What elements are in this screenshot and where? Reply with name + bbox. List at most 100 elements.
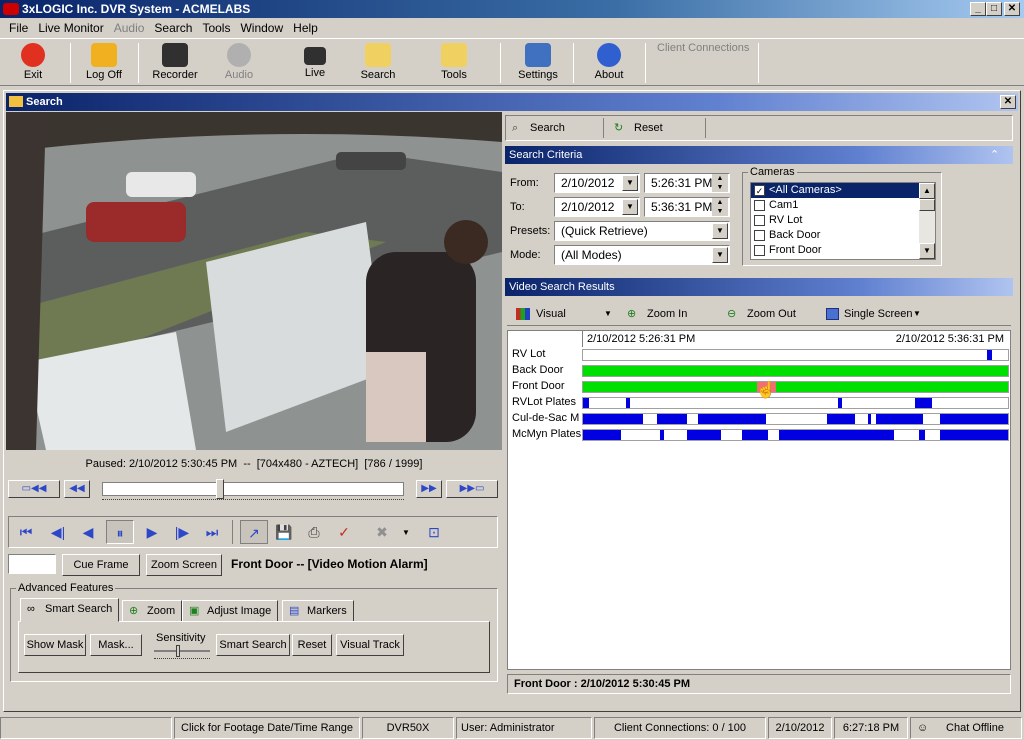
search-window-close-button[interactable]: ✕ [1000,95,1016,109]
maximize-button[interactable]: □ [986,2,1002,16]
from-time-spinner[interactable]: ▲ ▼ [712,174,728,192]
video-view[interactable] [6,112,502,450]
timeline-event-segment[interactable] [698,414,766,424]
play-reverse-button[interactable]: ◀ [76,520,100,544]
timeline-event-segment[interactable] [660,430,664,440]
timeline-event-segment[interactable] [876,414,923,424]
timeline-event-segment[interactable] [779,430,894,440]
tab-smart-search[interactable]: ∞ Smart Search [20,598,120,622]
menu-search[interactable]: Search [149,21,197,35]
export-icon[interactable]: ↗ [240,520,268,544]
advanced-reset-button[interactable]: Reset [292,634,332,656]
timeline-event-segment[interactable] [583,414,643,424]
timeline-event-segment[interactable] [583,430,621,440]
visual-mode-button[interactable]: Visual ▼ [512,305,612,323]
zoom-out-button[interactable]: ⊖ Zoom Out [725,305,815,323]
settings-button[interactable]: Settings [508,43,568,87]
recorder-button[interactable]: Recorder [145,43,205,87]
frame-number-input[interactable] [8,554,56,574]
single-screen-button[interactable]: Single Screen ▼ [823,305,927,323]
playback-slider[interactable] [102,479,404,499]
timeline-row-cul-de-sac[interactable]: Cul-de-Sac M [509,411,1009,427]
exit-button[interactable]: Exit [3,43,63,87]
mode-dropdown[interactable]: ▼ [712,247,728,263]
menu-window[interactable]: Window [235,21,288,35]
checkbox-icon[interactable] [754,245,765,256]
timeline-event-segment[interactable] [919,430,925,440]
collapse-criteria-icon[interactable]: ⌃ [990,146,999,164]
tool-dropdown-icon[interactable]: ▼ [402,528,410,537]
audio-button[interactable]: Audio [209,43,269,87]
to-date-dropdown[interactable]: ▼ [622,199,638,215]
to-time-spinner[interactable]: ▲ ▼ [712,198,728,216]
menu-help[interactable]: Help [288,21,323,35]
camera-item-front-door[interactable]: Front Door [751,243,919,258]
play-button[interactable]: ▶ [140,520,164,544]
track-front-door[interactable] [582,381,1009,393]
timeline-event-segment[interactable] [583,398,589,408]
checkbox-icon[interactable] [754,200,765,211]
disabled-tool-icon[interactable]: ✖ [370,520,394,544]
rewind-button[interactable]: ◀◀ [64,480,90,498]
about-button[interactable]: About [579,43,639,87]
show-mask-button[interactable]: Show Mask [24,634,86,656]
timeline-event-segment[interactable] [987,350,992,360]
track-rv-lot[interactable] [582,349,1009,361]
camera-item-back-door[interactable]: Back Door [751,228,919,243]
step-forward-button[interactable]: |▶ [170,520,194,544]
cameras-scrollbar[interactable]: ▲ ▼ [919,183,935,259]
slow-rewind-button[interactable]: ▭◀◀ [8,480,60,498]
status-chat[interactable]: ☺ Chat Offline [910,717,1022,739]
timeline-event-segment[interactable] [687,430,721,440]
print-icon[interactable]: ⎙ [302,520,326,544]
status-footage-hint[interactable]: Click for Footage Date/Time Range [174,717,360,739]
camera-item-rv-lot[interactable]: RV Lot [751,213,919,228]
slow-forward-button[interactable]: ▶▶▭ [446,480,498,498]
menu-audio[interactable]: Audio [109,21,150,35]
scroll-down-icon[interactable]: ▼ [919,243,935,259]
timeline-event-segment[interactable] [940,430,1008,440]
last-frame-button[interactable]: ⏭ [200,520,224,544]
from-date-dropdown[interactable]: ▼ [622,175,638,191]
scroll-thumb[interactable] [919,199,935,211]
toolbar-search-button[interactable]: Search [348,43,408,87]
mask-button[interactable]: Mask... [90,634,142,656]
zoom-screen-button[interactable]: Zoom Screen [146,554,222,576]
timeline-event-segment[interactable] [915,398,932,408]
timeline-event-segment[interactable] [868,414,871,424]
timeline-event-segment[interactable] [838,398,842,408]
search-action-button[interactable]: ⌕ Search [510,118,602,138]
visual-dropdown-icon[interactable]: ▼ [604,305,612,323]
pause-button[interactable]: ⏸ [106,520,134,544]
timeline-row-back-door[interactable]: Back Door [509,363,1009,379]
sensitivity-slider-thumb[interactable] [176,645,180,657]
playback-slider-thumb[interactable] [216,479,224,499]
tab-markers[interactable]: ▤ Markers [282,600,354,622]
single-screen-dropdown-icon[interactable]: ▼ [913,305,921,323]
report-icon[interactable]: ✓ [332,520,356,544]
reset-action-button[interactable]: ↻ Reset [612,118,702,138]
presets-dropdown[interactable]: ▼ [712,223,728,239]
fast-forward-button[interactable]: ▶▶ [416,480,442,498]
track-back-door[interactable] [582,365,1009,377]
minimize-button[interactable]: _ [970,2,986,16]
timeline-row-mcmyn-plates[interactable]: McMyn Plates [509,427,1009,443]
track-cul-de-sac[interactable] [582,413,1009,425]
camera-item-cam1[interactable]: Cam1 [751,198,919,213]
track-mcmyn-plates[interactable] [582,429,1009,441]
tab-zoom[interactable]: ⊕ Zoom [122,600,183,622]
first-frame-button[interactable]: ⏮ [14,520,38,544]
scroll-up-icon[interactable]: ▲ [919,183,935,199]
timeline-event-segment[interactable] [742,430,768,440]
presentation-icon[interactable]: ⊡ [422,520,446,544]
visual-track-button[interactable]: Visual Track [336,634,404,656]
save-icon[interactable]: 💾 [272,520,296,544]
menu-live-monitor[interactable]: Live Monitor [33,21,108,35]
logoff-button[interactable]: Log Off [74,43,134,87]
cameras-list[interactable]: ✓ <All Cameras> Cam1 RV Lot Back Door Fr… [750,182,936,260]
menu-file[interactable]: File [4,21,33,35]
smart-search-button[interactable]: Smart Search [216,634,290,656]
mode-select[interactable]: (All Modes) [554,245,730,265]
camera-item-all[interactable]: ✓ <All Cameras> [751,183,919,198]
menu-tools[interactable]: Tools [197,21,235,35]
